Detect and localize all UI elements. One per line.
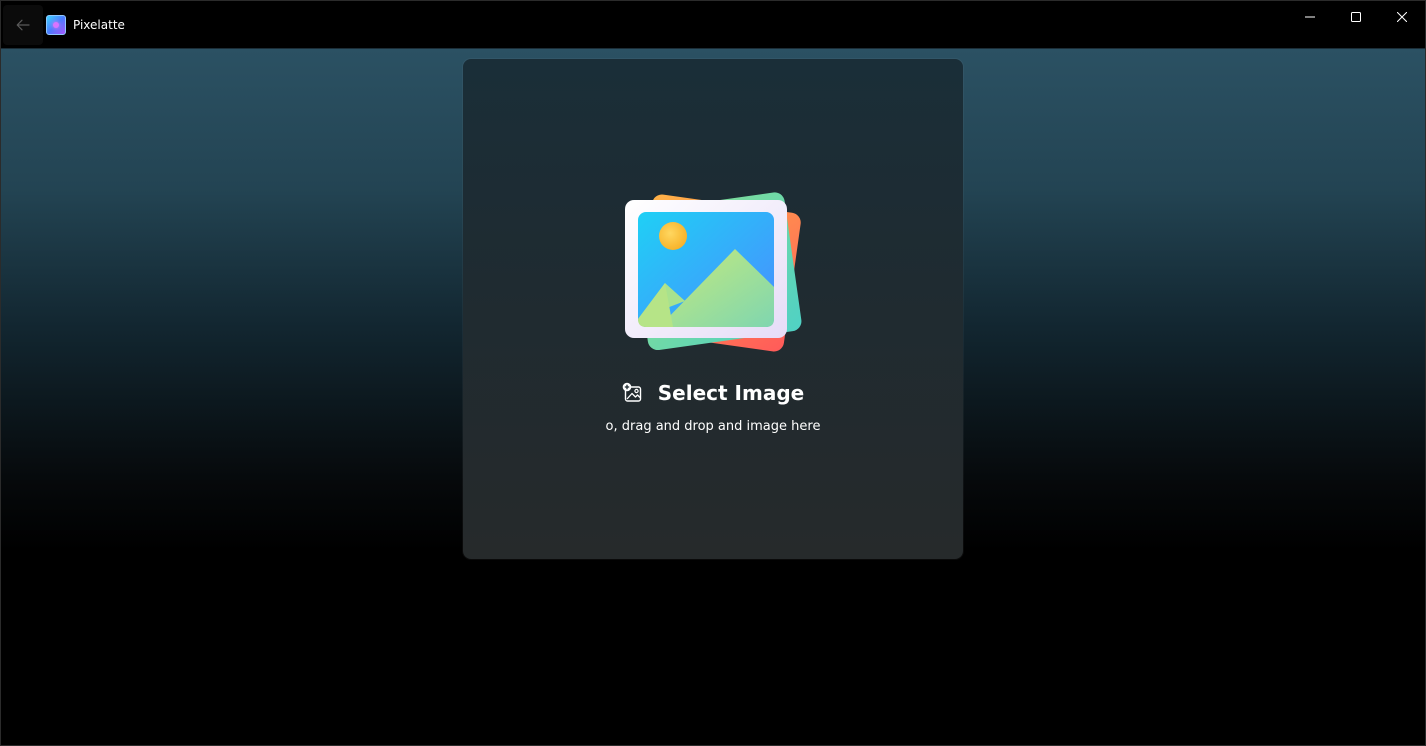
pixelatte-logo-icon bbox=[46, 14, 66, 35]
main-content: Select Image o, drag and drop and image … bbox=[1, 49, 1425, 745]
select-image-button[interactable]: Select Image bbox=[616, 377, 810, 409]
minimize-button[interactable] bbox=[1287, 1, 1333, 33]
maximize-button[interactable] bbox=[1333, 1, 1379, 33]
app-window: Pixelatte Select Image o, drag and drop … bbox=[0, 0, 1426, 746]
image-drop-zone[interactable]: Select Image o, drag and drop and image … bbox=[463, 59, 963, 559]
minimize-icon bbox=[1305, 16, 1315, 18]
select-row: Select Image bbox=[463, 377, 963, 409]
app-title: Pixelatte bbox=[73, 17, 125, 32]
image-add-icon bbox=[622, 382, 641, 402]
close-icon bbox=[1397, 12, 1407, 22]
image-gallery-icon bbox=[625, 192, 802, 352]
title-bar[interactable]: Pixelatte bbox=[1, 1, 1425, 49]
back-button[interactable] bbox=[3, 4, 43, 45]
arrow-left-icon bbox=[16, 19, 30, 30]
caption-buttons bbox=[1287, 1, 1425, 33]
select-image-label: Select Image bbox=[657, 381, 805, 405]
close-button[interactable] bbox=[1379, 1, 1425, 33]
maximize-icon bbox=[1351, 12, 1361, 22]
drag-drop-hint: o, drag and drop and image here bbox=[605, 419, 821, 434]
